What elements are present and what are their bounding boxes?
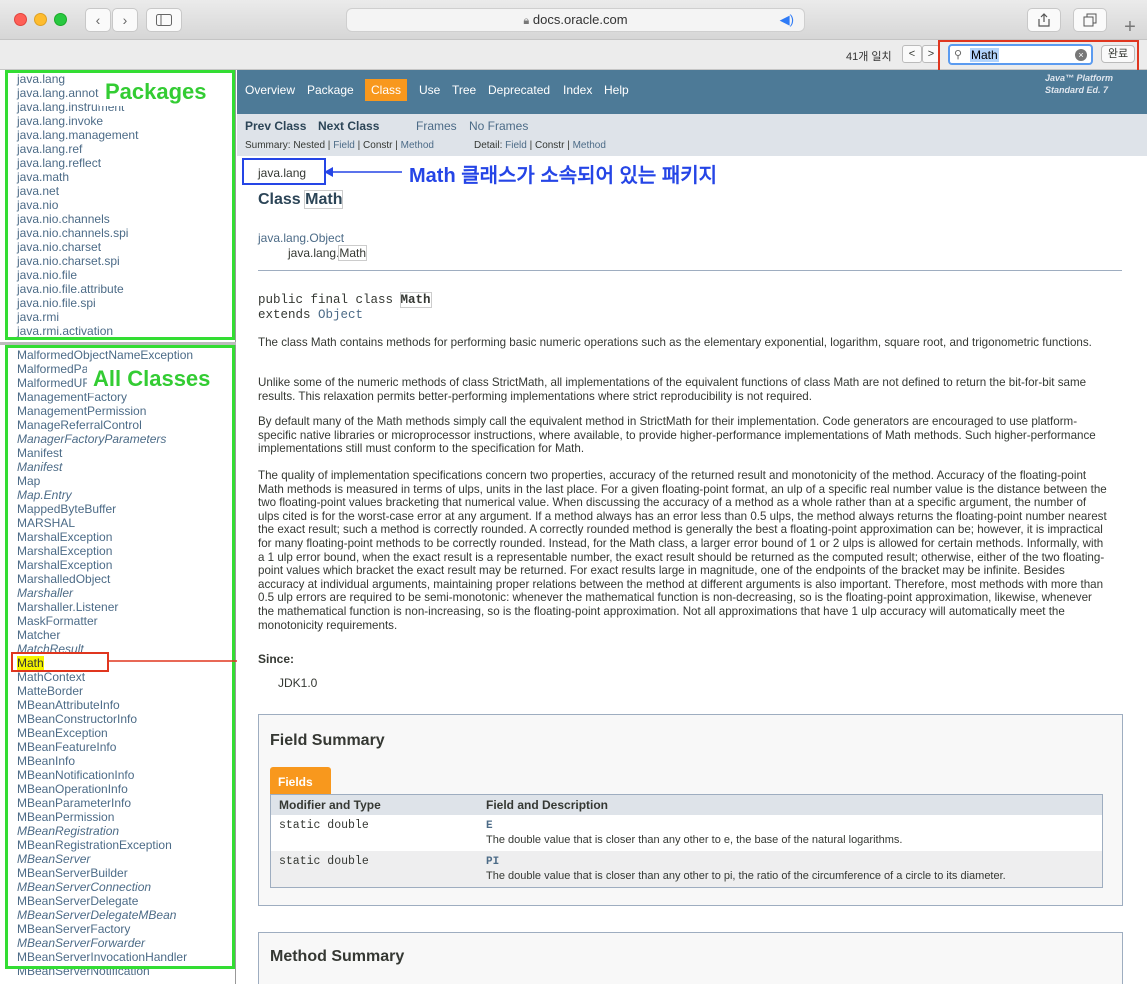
share-icon [1038, 13, 1050, 27]
find-prev-button[interactable]: < [902, 45, 922, 63]
top-nav-bar: Overview Package Class Use Tree Deprecat… [237, 70, 1147, 114]
desc-paragraph-2: Unlike some of the numeric methods of cl… [258, 376, 1087, 403]
frames-link[interactable]: Frames [416, 119, 457, 133]
decl-prefix: public final class [258, 293, 401, 307]
packages-annotation-label: Packages [99, 78, 213, 106]
sidebar-button[interactable] [146, 8, 182, 32]
decl-line-2: extends Object [258, 308, 431, 323]
hierarchy-parent[interactable]: java.lang.Object [258, 231, 366, 246]
browser-window: ‹ › 🔒︎ docs.oracle.com ◀︎) + 41개 일치 < > … [0, 0, 1147, 984]
nav-tree[interactable]: Tree [452, 83, 476, 97]
field-table: Modifier and Type Field and Description … [270, 794, 1103, 888]
nav-index[interactable]: Index [563, 83, 592, 97]
desc-paragraph-4: The quality of implementation specificat… [258, 469, 1107, 632]
platform-line-2: Standard Ed. 7 [1045, 85, 1109, 95]
find-highlight-box [938, 40, 1139, 74]
detail-sep: | Constr | [526, 140, 573, 151]
nav-package[interactable]: Package [307, 83, 354, 97]
package-annotation-label: Math 클래스가 소속되어 있는 패키지 [409, 165, 718, 187]
nav-class: Class [365, 79, 408, 101]
field-name-link[interactable]: PI [486, 856, 499, 868]
field-type: static double [279, 855, 369, 868]
title-bar: ‹ › 🔒︎ docs.oracle.com ◀︎) + [0, 0, 1147, 40]
zoom-window-button[interactable] [54, 13, 67, 26]
since-value: JDK1.0 [278, 676, 318, 690]
summary-field-link[interactable]: Field [333, 140, 355, 151]
method-summary-title: Method Summary [270, 948, 405, 965]
sub-nav-bar: Prev Class Next Class Frames No Frames S… [237, 114, 1147, 156]
field-name-link[interactable]: E [486, 820, 493, 832]
summary-sep: | Constr | [354, 140, 401, 151]
since-label: Since: [258, 652, 295, 666]
platform-line-1: Java™ Platform [1045, 73, 1114, 83]
tabs-icon [1083, 13, 1097, 27]
summary-label: Summary: Nested | [245, 140, 334, 151]
col-field-header: Field and Description [486, 798, 609, 812]
new-tab-button[interactable]: + [1113, 14, 1147, 40]
nav-deprecated[interactable]: Deprecated [488, 83, 550, 97]
detail-method-link[interactable]: Method [573, 140, 606, 151]
hierarchy-child: java.lang.Math [258, 246, 367, 261]
decl-object-link[interactable]: Object [318, 308, 363, 322]
field-summary-block: Field Summary Fields Modifier and Type F… [258, 714, 1123, 906]
class-declaration: public final class Math extends Object [258, 293, 431, 323]
packages-annotation-box [5, 70, 235, 340]
class-title-word: Class [258, 191, 306, 208]
find-match-count: 41개 일치 [846, 51, 892, 63]
sidebar-icon [156, 14, 172, 26]
prev-class-link[interactable]: Prev Class [245, 119, 306, 133]
field-desc: The double value that is closer than any… [486, 870, 1006, 882]
decl-extends: extends [258, 308, 319, 322]
chevron-right-icon: › [122, 12, 128, 28]
field-summary-title: Field Summary [270, 732, 385, 749]
hierarchy-rule [258, 270, 1122, 271]
address-bar[interactable]: 🔒︎ docs.oracle.com ◀︎) [346, 8, 805, 32]
minimize-window-button[interactable] [34, 13, 47, 26]
share-button[interactable] [1027, 8, 1061, 32]
method-summary-block: Method Summary [258, 932, 1123, 984]
summary-links: Summary: Nested | Field | Constr | Metho… [245, 140, 434, 151]
detail-links: Detail: Field | Constr | Method [474, 140, 606, 151]
nav-overview[interactable]: Overview [245, 83, 295, 97]
nav-help[interactable]: Help [604, 83, 629, 97]
lock-icon: 🔒︎ [523, 15, 530, 27]
hier-class: Math [339, 246, 367, 260]
next-class-link[interactable]: Next Class [318, 119, 379, 133]
fields-tab: Fields [270, 767, 331, 794]
forward-button[interactable]: › [112, 8, 138, 32]
package-pointer-arrow [324, 167, 402, 177]
table-row: static double E The double value that is… [271, 815, 1102, 851]
back-button[interactable]: ‹ [85, 8, 111, 32]
hierarchy: java.lang.Object java.lang.Math [258, 231, 367, 261]
field-desc: The double value that is closer than any… [486, 834, 903, 846]
detail-field-link[interactable]: Field [505, 140, 527, 151]
package-highlight-box [242, 158, 326, 185]
desc-paragraph-1: The class Math contains methods for perf… [258, 336, 1092, 349]
summary-method-link[interactable]: Method [401, 140, 434, 151]
close-window-button[interactable] [14, 13, 27, 26]
hier-prefix: java.lang. [288, 246, 340, 260]
class-title: Class Math [258, 191, 343, 209]
field-table-header: Modifier and Type Field and Description [271, 795, 1102, 815]
speaker-icon[interactable]: ◀︎) [780, 9, 794, 31]
detail-label: Detail: [474, 140, 506, 151]
math-class-highlight-box [11, 652, 109, 672]
main-frame: Overview Package Class Use Tree Deprecat… [237, 70, 1147, 984]
tabs-overview-button[interactable] [1073, 8, 1107, 32]
all-classes-annotation-label: All Classes [87, 365, 217, 393]
no-frames-link[interactable]: No Frames [469, 119, 528, 133]
table-row: static double PI The double value that i… [271, 851, 1102, 887]
col-modifier-header: Modifier and Type [279, 798, 381, 812]
nav-use[interactable]: Use [419, 83, 440, 97]
desc-paragraph-3: By default many of the Math methods simp… [258, 415, 1096, 456]
url-text: docs.oracle.com [532, 12, 628, 27]
math-pointer-arrow [108, 656, 247, 666]
field-type: static double [279, 819, 369, 832]
decl-class: Math [400, 293, 431, 307]
chevron-left-icon: ‹ [95, 12, 101, 28]
decl-line-1: public final class Math [258, 293, 431, 308]
class-title-name: Math [305, 191, 343, 208]
